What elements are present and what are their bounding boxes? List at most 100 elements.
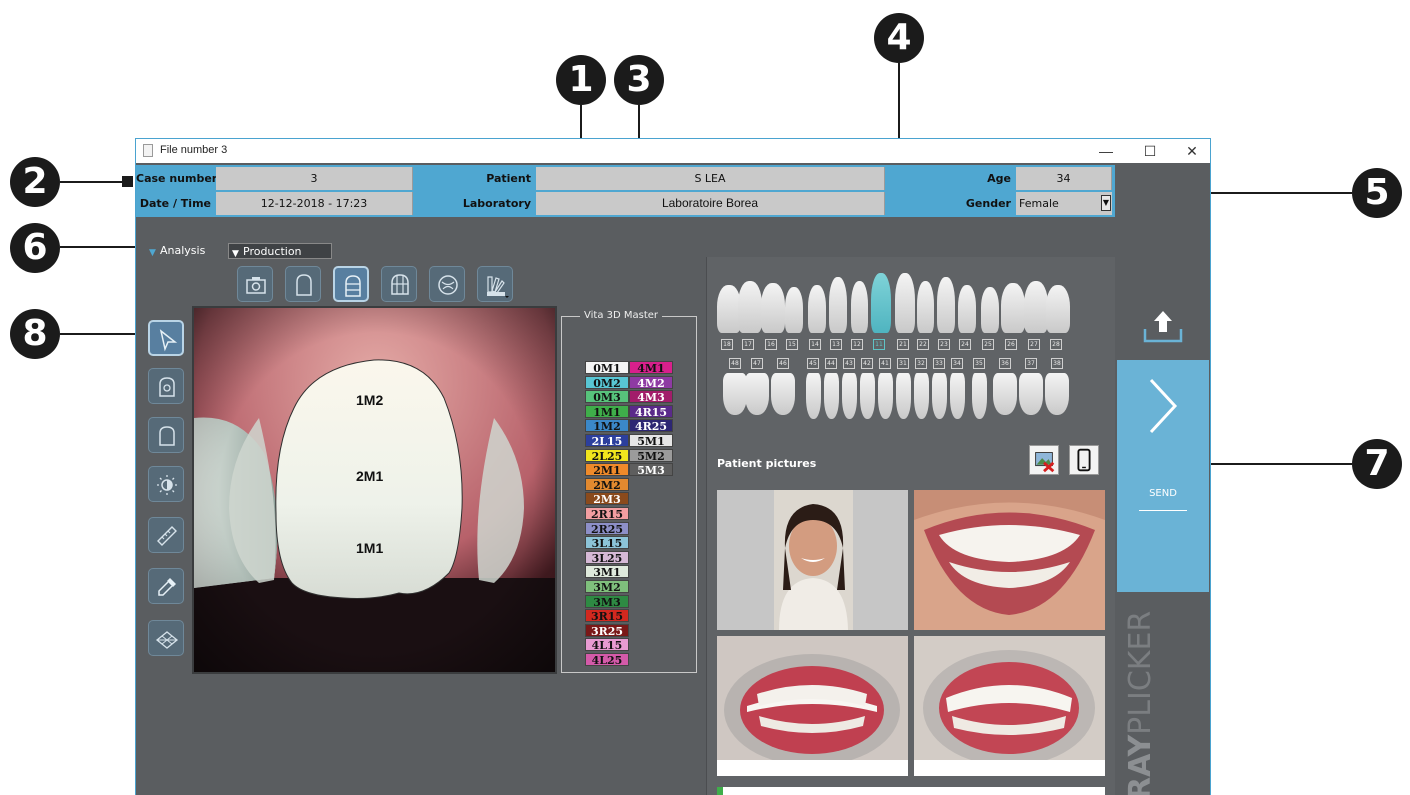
tooth-number[interactable]: 47 xyxy=(751,358,763,369)
tooth-number[interactable]: 12 xyxy=(851,339,863,350)
tooth-36[interactable] xyxy=(993,373,1017,415)
shade-swatch[interactable]: 2R15 xyxy=(585,507,629,521)
shade-swatch[interactable]: 2L15 xyxy=(585,434,629,448)
gender-select[interactable]: Female ▼ xyxy=(1016,192,1112,215)
tooth-map-button[interactable] xyxy=(429,266,465,302)
shade-swatch[interactable]: 3R15 xyxy=(585,609,629,623)
tooth-grid-button[interactable] xyxy=(381,266,417,302)
shade-swatch[interactable]: 4L25 xyxy=(585,653,629,667)
tooth-number[interactable]: 26 xyxy=(1005,339,1017,350)
shade-swatch[interactable]: 3M3 xyxy=(585,594,629,609)
tooth-number[interactable]: 24 xyxy=(959,339,971,350)
tooth-47[interactable] xyxy=(745,373,769,415)
shade-swatch[interactable]: 1M1 xyxy=(585,404,629,419)
tooth-number[interactable]: 46 xyxy=(777,358,789,369)
tooth-32[interactable] xyxy=(913,373,929,419)
tooth-34[interactable] xyxy=(949,373,965,419)
mobile-import-button[interactable] xyxy=(1069,445,1099,475)
tooth-44[interactable] xyxy=(823,373,839,419)
tooth-16[interactable] xyxy=(761,283,785,333)
tooth-11[interactable] xyxy=(871,273,891,333)
tooth-number[interactable]: 21 xyxy=(897,339,909,350)
send-button[interactable]: SEND xyxy=(1117,360,1209,592)
delete-picture-button[interactable] xyxy=(1029,445,1059,475)
tooth-22[interactable] xyxy=(916,281,934,333)
shade-swatch[interactable]: 4M3 xyxy=(629,390,673,404)
shade-swatch[interactable]: 5M1 xyxy=(629,434,673,448)
patient-value[interactable]: S LEA xyxy=(536,167,885,190)
shade-swatch[interactable]: 0M2 xyxy=(585,375,629,390)
shade-swatch[interactable]: 2L25 xyxy=(585,448,629,463)
patient-picture[interactable] xyxy=(914,636,1105,776)
tooth-number[interactable]: 36 xyxy=(999,358,1011,369)
shade-swatch[interactable]: 2M3 xyxy=(585,492,629,506)
tooth-number[interactable]: 23 xyxy=(938,339,950,350)
minimize-button[interactable]: — xyxy=(1086,140,1126,162)
tooth-number[interactable]: 42 xyxy=(861,358,873,369)
select-tool-button[interactable] xyxy=(148,320,184,356)
shade-swatch[interactable]: 3M2 xyxy=(585,580,629,594)
patient-picture[interactable] xyxy=(717,490,908,630)
tab-production[interactable]: ▼ Production xyxy=(228,243,332,259)
patient-picture[interactable] xyxy=(717,636,908,776)
tooth-number[interactable]: 13 xyxy=(830,339,842,350)
ruler-tool-button[interactable] xyxy=(148,517,184,553)
tooth-23[interactable] xyxy=(937,277,955,333)
tooth-35[interactable] xyxy=(971,373,987,419)
tooth-46[interactable] xyxy=(771,373,795,415)
tooth-number[interactable]: 22 xyxy=(917,339,929,350)
maximize-button[interactable]: ☐ xyxy=(1130,140,1170,162)
shade-guide-button[interactable] xyxy=(477,266,513,302)
tooth-42[interactable] xyxy=(859,373,875,419)
tooth-24[interactable] xyxy=(958,285,976,333)
tooth-41[interactable] xyxy=(877,373,893,419)
tooth-number[interactable]: 25 xyxy=(982,339,994,350)
perspective-tool-button[interactable] xyxy=(148,620,184,656)
tooth-shape-tool-button[interactable] xyxy=(148,417,184,453)
tooth-43[interactable] xyxy=(841,373,857,419)
tooth-number[interactable]: 31 xyxy=(897,358,909,369)
tooth-13[interactable] xyxy=(829,277,847,333)
tooth-number[interactable]: 35 xyxy=(973,358,985,369)
chevron-down-icon[interactable]: ▼ xyxy=(1101,195,1111,211)
shade-swatch[interactable]: 3L15 xyxy=(585,536,629,550)
shade-swatch[interactable]: 4M2 xyxy=(629,375,673,390)
shade-swatch[interactable]: 3R25 xyxy=(585,623,629,638)
tooth-38[interactable] xyxy=(1045,373,1069,415)
shade-swatch[interactable]: 4L15 xyxy=(585,638,629,652)
tooth-number[interactable]: 33 xyxy=(933,358,945,369)
tooth-37[interactable] xyxy=(1019,373,1043,415)
tooth-number[interactable]: 34 xyxy=(951,358,963,369)
age-value[interactable]: 34 xyxy=(1016,167,1112,190)
tooth-number[interactable]: 11 xyxy=(873,339,885,350)
tooth-number[interactable]: 17 xyxy=(742,339,754,350)
tooth-number[interactable]: 14 xyxy=(809,339,821,350)
shade-swatch[interactable]: 5M2 xyxy=(629,448,673,463)
tooth-15[interactable] xyxy=(785,287,803,333)
shade-swatch[interactable]: 3L25 xyxy=(585,550,629,565)
tooth-45[interactable] xyxy=(805,373,821,419)
tooth-number[interactable]: 15 xyxy=(786,339,798,350)
tooth-zones-button[interactable] xyxy=(333,266,369,302)
shade-swatch[interactable]: 2R25 xyxy=(585,521,629,536)
tab-analysis[interactable]: ▼ Analysis xyxy=(146,243,228,259)
shade-swatch[interactable]: 1M2 xyxy=(585,419,629,433)
shade-swatch[interactable]: 2M2 xyxy=(585,477,629,492)
tooth-number[interactable]: 32 xyxy=(915,358,927,369)
tooth-28[interactable] xyxy=(1046,285,1070,333)
eyedropper-tool-button[interactable] xyxy=(148,568,184,604)
tooth-number[interactable]: 37 xyxy=(1025,358,1037,369)
tooth-outline-button[interactable] xyxy=(285,266,321,302)
close-button[interactable]: ✕ xyxy=(1172,140,1210,162)
tooth-31[interactable] xyxy=(895,373,911,419)
tooth-number[interactable]: 45 xyxy=(807,358,819,369)
tooth-number[interactable]: 18 xyxy=(721,339,733,350)
shade-swatch[interactable]: 0M3 xyxy=(585,390,629,404)
tooth-number[interactable]: 16 xyxy=(765,339,777,350)
shade-swatch[interactable]: 0M1 xyxy=(585,361,629,375)
tooth-number[interactable]: 43 xyxy=(843,358,855,369)
shade-swatch[interactable]: 4R25 xyxy=(629,419,673,433)
tooth-number[interactable]: 41 xyxy=(879,358,891,369)
tooth-number[interactable]: 38 xyxy=(1051,358,1063,369)
tooth-25[interactable] xyxy=(981,287,999,333)
